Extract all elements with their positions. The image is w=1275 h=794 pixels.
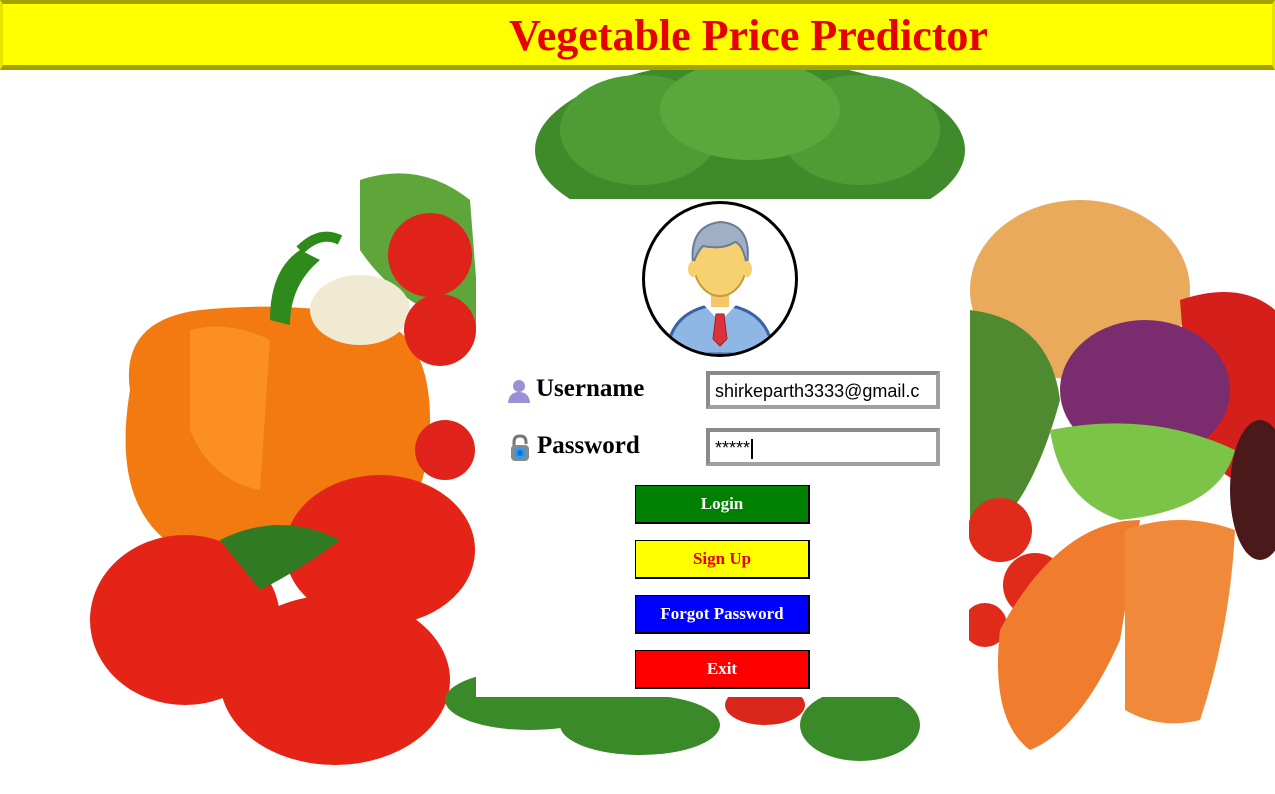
username-label: Username (536, 375, 645, 402)
exit-button[interactable]: Exit (635, 650, 810, 689)
user-icon (508, 380, 530, 403)
login-button[interactable]: Login (635, 485, 810, 524)
username-value: shirkeparth3333@gmail.c (715, 381, 920, 401)
password-label: Password (537, 432, 640, 459)
avatar-icon (642, 201, 798, 357)
lock-icon (511, 434, 529, 461)
forgot-password-button[interactable]: Forgot Password (635, 595, 810, 634)
title-bar: Vegetable Price Predictor (0, 0, 1275, 70)
app-title: Vegetable Price Predictor (509, 11, 988, 60)
signup-button[interactable]: Sign Up (635, 540, 810, 579)
password-input[interactable]: ***** (706, 428, 940, 466)
login-panel: Username shirkeparth3333@gmail.c Passwor… (476, 199, 969, 697)
text-caret (751, 439, 754, 460)
username-input[interactable]: shirkeparth3333@gmail.c (706, 371, 940, 409)
password-value: ***** (715, 438, 751, 458)
